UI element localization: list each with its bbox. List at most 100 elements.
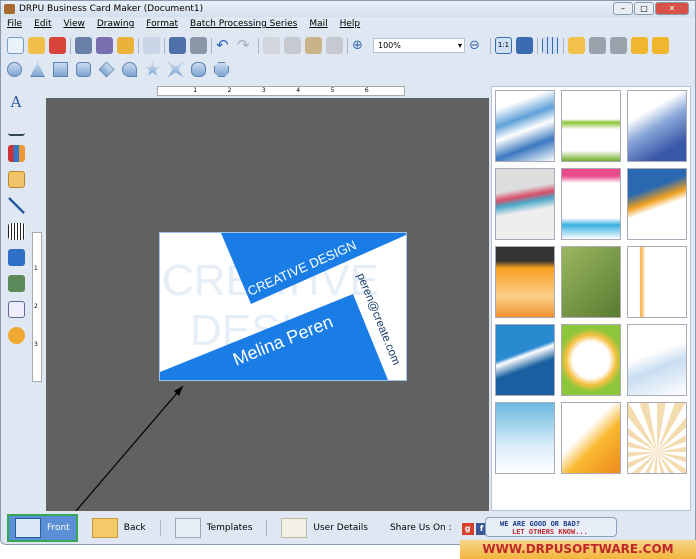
line-tool-icon[interactable]: [7, 197, 25, 214]
ruler-mark: 5: [330, 87, 335, 94]
email-icon[interactable]: [568, 37, 585, 54]
save-icon[interactable]: [75, 37, 92, 54]
templates-panel: [491, 86, 691, 511]
rate-us-button[interactable]: WE ARE GOOD OR BAD? LET OTHERS KNOW...: [485, 517, 617, 537]
template-thumbnail[interactable]: [627, 90, 687, 162]
fit-window-icon[interactable]: [516, 37, 533, 54]
close-button[interactable]: ✕: [655, 2, 689, 15]
open-icon[interactable]: [28, 37, 45, 54]
cut-icon[interactable]: [284, 37, 301, 54]
website-url[interactable]: WWW.DRPUSOFTWARE.COM: [460, 540, 696, 559]
menu-mail[interactable]: Mail: [309, 19, 327, 29]
menu-batch[interactable]: Batch Processing Series: [190, 19, 297, 29]
template-thumbnail[interactable]: [495, 246, 555, 318]
image-tool-icon[interactable]: [7, 171, 25, 188]
burst-icon[interactable]: [191, 62, 206, 77]
library-tool-icon[interactable]: [7, 145, 25, 162]
templates-label: Templates: [206, 523, 253, 533]
grid-icon[interactable]: [542, 37, 559, 54]
ruler-mark: 1: [193, 87, 198, 94]
design-canvas[interactable]: CREATIVE DESIGN CREATIVE DESIGN Melina P…: [46, 98, 489, 511]
user-details-button[interactable]: User Details: [275, 514, 374, 542]
app-icon: [4, 4, 15, 14]
window-title: DRPU Business Card Maker (Document1): [19, 4, 204, 14]
template-thumbnail[interactable]: [495, 90, 555, 162]
user-details-icon: [281, 518, 308, 538]
watermark-tool-icon[interactable]: [7, 249, 25, 266]
bring-front-icon[interactable]: [589, 37, 606, 54]
menu-view[interactable]: View: [64, 19, 85, 29]
minimize-button[interactable]: –: [613, 2, 633, 15]
template-thumbnail[interactable]: [561, 324, 621, 396]
menu-file[interactable]: File: [7, 19, 22, 29]
picture-tool-icon[interactable]: [7, 275, 25, 292]
template-thumbnail[interactable]: [627, 168, 687, 240]
template-thumbnail[interactable]: [495, 324, 555, 396]
main-toolbar: ↶ ↷ ⊕ 100% ⊖ 1:1: [7, 37, 669, 54]
rectangle-icon[interactable]: [53, 62, 68, 77]
app-window: DRPU Business Card Maker (Document1) – □…: [0, 0, 696, 545]
template-thumbnail[interactable]: [627, 246, 687, 318]
ruler-mark: 2: [34, 303, 38, 310]
paste-icon[interactable]: [305, 37, 322, 54]
close-doc-icon[interactable]: [49, 37, 66, 54]
zoom-in-icon[interactable]: ⊕: [352, 37, 369, 54]
actual-size-icon[interactable]: 1:1: [495, 37, 512, 54]
rate-line2: LET OTHERS KNOW...: [512, 528, 588, 536]
template-thumbnail[interactable]: [627, 402, 687, 474]
template-thumbnail[interactable]: [495, 168, 555, 240]
export-icon[interactable]: [117, 37, 134, 54]
front-label: Front: [47, 523, 70, 533]
lock-icon[interactable]: [631, 37, 648, 54]
delete-icon[interactable]: [326, 37, 343, 54]
template-thumbnail[interactable]: [495, 402, 555, 474]
left-toolbar: A: [4, 93, 28, 344]
ruler-mark: 6: [364, 87, 369, 94]
document-tool-icon[interactable]: [7, 301, 25, 318]
redo-icon[interactable]: ↷: [237, 37, 254, 54]
print-icon[interactable]: [169, 37, 186, 54]
undo-icon[interactable]: ↶: [216, 37, 233, 54]
template-thumbnail[interactable]: [627, 324, 687, 396]
template-thumbnail[interactable]: [561, 90, 621, 162]
diamond-icon[interactable]: [98, 61, 115, 78]
text-tool-icon[interactable]: A: [8, 93, 25, 111]
back-icon: [91, 518, 118, 538]
barcode-tool-icon[interactable]: [7, 223, 25, 240]
new-icon[interactable]: [7, 37, 24, 54]
rounded-rectangle-icon[interactable]: [76, 62, 91, 77]
maximize-button[interactable]: □: [634, 2, 654, 15]
database-icon[interactable]: [190, 37, 207, 54]
copy-icon[interactable]: [263, 37, 280, 54]
octagon-icon[interactable]: [214, 62, 229, 77]
menu-bar: File Edit View Drawing Format Batch Proc…: [7, 19, 360, 29]
save-as-icon[interactable]: [96, 37, 113, 54]
circle-icon[interactable]: [7, 62, 22, 77]
template-thumbnail[interactable]: [561, 246, 621, 318]
arc-icon[interactable]: [122, 62, 137, 77]
template-thumbnail[interactable]: [561, 168, 621, 240]
unlock-icon[interactable]: [652, 37, 669, 54]
send-back-icon[interactable]: [610, 37, 627, 54]
menu-format[interactable]: Format: [146, 19, 178, 29]
triangle-icon[interactable]: [30, 62, 45, 77]
front-button[interactable]: Front: [7, 514, 78, 542]
bottom-bar: Front Back Templates User Details Share …: [7, 513, 691, 543]
vertical-ruler: 1 2 3: [32, 232, 42, 382]
star-icon[interactable]: [145, 62, 160, 76]
back-button[interactable]: Back: [86, 514, 152, 542]
templates-icon: [174, 518, 201, 538]
template-thumbnail[interactable]: [561, 402, 621, 474]
menu-edit[interactable]: Edit: [34, 19, 51, 29]
zoom-out-icon[interactable]: ⊖: [469, 37, 486, 54]
templates-button[interactable]: Templates: [169, 514, 259, 542]
cross-star-icon[interactable]: [168, 62, 183, 77]
zoom-select[interactable]: 100%: [373, 38, 465, 53]
menu-help[interactable]: Help: [340, 19, 361, 29]
menu-drawing[interactable]: Drawing: [97, 19, 134, 29]
shapes-tool-icon[interactable]: [7, 327, 25, 344]
ruler-mark: 2: [227, 87, 232, 94]
google-plus-icon[interactable]: g: [461, 522, 474, 535]
signature-tool-icon[interactable]: [7, 119, 25, 136]
properties-icon[interactable]: [143, 37, 160, 54]
